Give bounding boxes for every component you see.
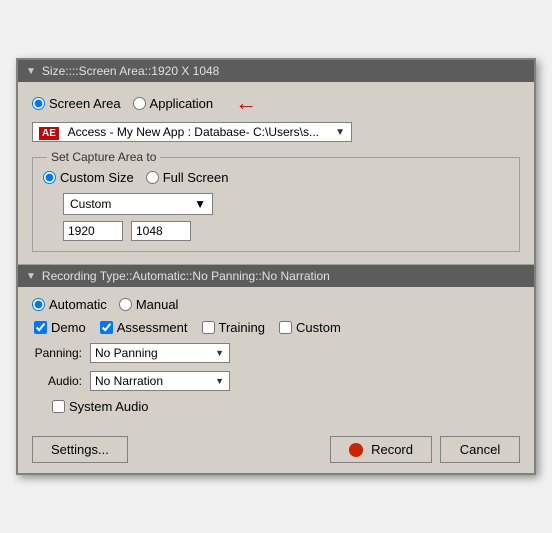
size-section-title: Size::::Screen Area::1920 X 1048 bbox=[42, 64, 219, 78]
automatic-radio[interactable] bbox=[32, 298, 45, 311]
custom-checkbox[interactable] bbox=[279, 321, 292, 334]
panning-select-wrapper[interactable]: No Panning Auto Panning bbox=[90, 343, 230, 363]
audio-label: Audio: bbox=[32, 374, 82, 388]
full-screen-label: Full Screen bbox=[163, 170, 229, 185]
size-section-header: ▼ Size::::Screen Area::1920 X 1048 bbox=[18, 60, 534, 82]
manual-label: Manual bbox=[136, 297, 179, 312]
application-label: Application bbox=[150, 96, 214, 111]
cancel-button[interactable]: Cancel bbox=[440, 436, 520, 463]
size-section-body: Screen Area Application ← AE Access - My… bbox=[18, 82, 534, 265]
assessment-label: Assessment bbox=[117, 320, 188, 335]
audio-select-wrapper[interactable]: No Narration Narration bbox=[90, 371, 230, 391]
height-input[interactable] bbox=[131, 221, 191, 241]
dialog-footer: Settings... Record Cancel bbox=[18, 426, 534, 473]
screen-area-radio[interactable] bbox=[32, 97, 45, 110]
app-dropdown-content: AE Access - My New App : Database- C:\Us… bbox=[39, 125, 319, 139]
system-audio-checkbox-label[interactable]: System Audio bbox=[52, 399, 520, 414]
training-label: Training bbox=[219, 320, 265, 335]
assessment-checkbox-label[interactable]: Assessment bbox=[100, 320, 188, 335]
record-button[interactable]: Record bbox=[330, 436, 432, 463]
recording-section-header: ▼ Recording Type::Automatic::No Panning:… bbox=[18, 265, 534, 287]
system-audio-row: System Audio bbox=[52, 399, 520, 414]
custom-checkbox-label[interactable]: Custom bbox=[279, 320, 341, 335]
demo-checkbox-label[interactable]: Demo bbox=[34, 320, 86, 335]
custom-dropdown[interactable]: Custom ▼ bbox=[63, 193, 213, 215]
recording-section-title: Recording Type::Automatic::No Panning::N… bbox=[42, 269, 330, 283]
screen-area-label: Screen Area bbox=[49, 96, 121, 111]
training-checkbox-label[interactable]: Training bbox=[202, 320, 265, 335]
system-audio-label: System Audio bbox=[69, 399, 149, 414]
automatic-label: Automatic bbox=[49, 297, 107, 312]
system-audio-checkbox[interactable] bbox=[52, 400, 65, 413]
ae-badge: AE bbox=[39, 127, 59, 140]
full-screen-radio-label[interactable]: Full Screen bbox=[146, 170, 229, 185]
capture-area-legend: Set Capture Area to bbox=[47, 150, 160, 164]
section2-collapse-icon[interactable]: ▼ bbox=[26, 271, 36, 282]
recording-mode-row: Automatic Manual bbox=[32, 297, 520, 312]
size-type-row: Custom Size Full Screen bbox=[43, 170, 509, 185]
screen-area-radio-label[interactable]: Screen Area bbox=[32, 96, 121, 111]
full-screen-radio[interactable] bbox=[146, 171, 159, 184]
application-radio-label[interactable]: Application bbox=[133, 96, 214, 111]
custom-label: Custom bbox=[296, 320, 341, 335]
capture-source-row: Screen Area Application ← bbox=[32, 92, 520, 114]
assessment-checkbox[interactable] bbox=[100, 321, 113, 334]
custom-dropdown-value: Custom bbox=[70, 197, 111, 211]
training-checkbox[interactable] bbox=[202, 321, 215, 334]
audio-select[interactable]: No Narration Narration bbox=[90, 371, 230, 391]
footer-right-buttons: Record Cancel bbox=[330, 436, 520, 463]
arrow-indicator-icon: ← bbox=[235, 92, 257, 114]
mode-checkboxes-row: Demo Assessment Training Custom bbox=[34, 320, 520, 335]
main-dialog: ▼ Size::::Screen Area::1920 X 1048 Scree… bbox=[16, 58, 536, 475]
custom-size-label: Custom Size bbox=[60, 170, 134, 185]
size-inputs-row bbox=[63, 221, 509, 241]
section1-collapse-icon[interactable]: ▼ bbox=[26, 66, 36, 77]
demo-checkbox[interactable] bbox=[34, 321, 47, 334]
custom-size-radio[interactable] bbox=[43, 171, 56, 184]
panning-select[interactable]: No Panning Auto Panning bbox=[90, 343, 230, 363]
recording-section-body: Automatic Manual Demo Assessment Trainin… bbox=[18, 287, 534, 426]
width-input[interactable] bbox=[63, 221, 123, 241]
app-dropdown-text: Access - My New App : Database- C:\Users… bbox=[68, 125, 319, 139]
record-dot-icon bbox=[349, 443, 363, 457]
capture-area-fieldset: Set Capture Area to Custom Size Full Scr… bbox=[32, 150, 520, 252]
custom-size-radio-label[interactable]: Custom Size bbox=[43, 170, 134, 185]
demo-label: Demo bbox=[51, 320, 86, 335]
app-dropdown-arrow-icon: ▼ bbox=[335, 127, 345, 138]
manual-radio-label[interactable]: Manual bbox=[119, 297, 179, 312]
panning-label: Panning: bbox=[32, 346, 82, 360]
automatic-radio-label[interactable]: Automatic bbox=[32, 297, 107, 312]
record-label: Record bbox=[371, 442, 413, 457]
audio-row: Audio: No Narration Narration bbox=[32, 371, 520, 391]
custom-dropdown-arrow-icon: ▼ bbox=[194, 197, 206, 211]
panning-row: Panning: No Panning Auto Panning bbox=[32, 343, 520, 363]
application-radio[interactable] bbox=[133, 97, 146, 110]
settings-button[interactable]: Settings... bbox=[32, 436, 128, 463]
manual-radio[interactable] bbox=[119, 298, 132, 311]
app-dropdown[interactable]: AE Access - My New App : Database- C:\Us… bbox=[32, 122, 352, 142]
